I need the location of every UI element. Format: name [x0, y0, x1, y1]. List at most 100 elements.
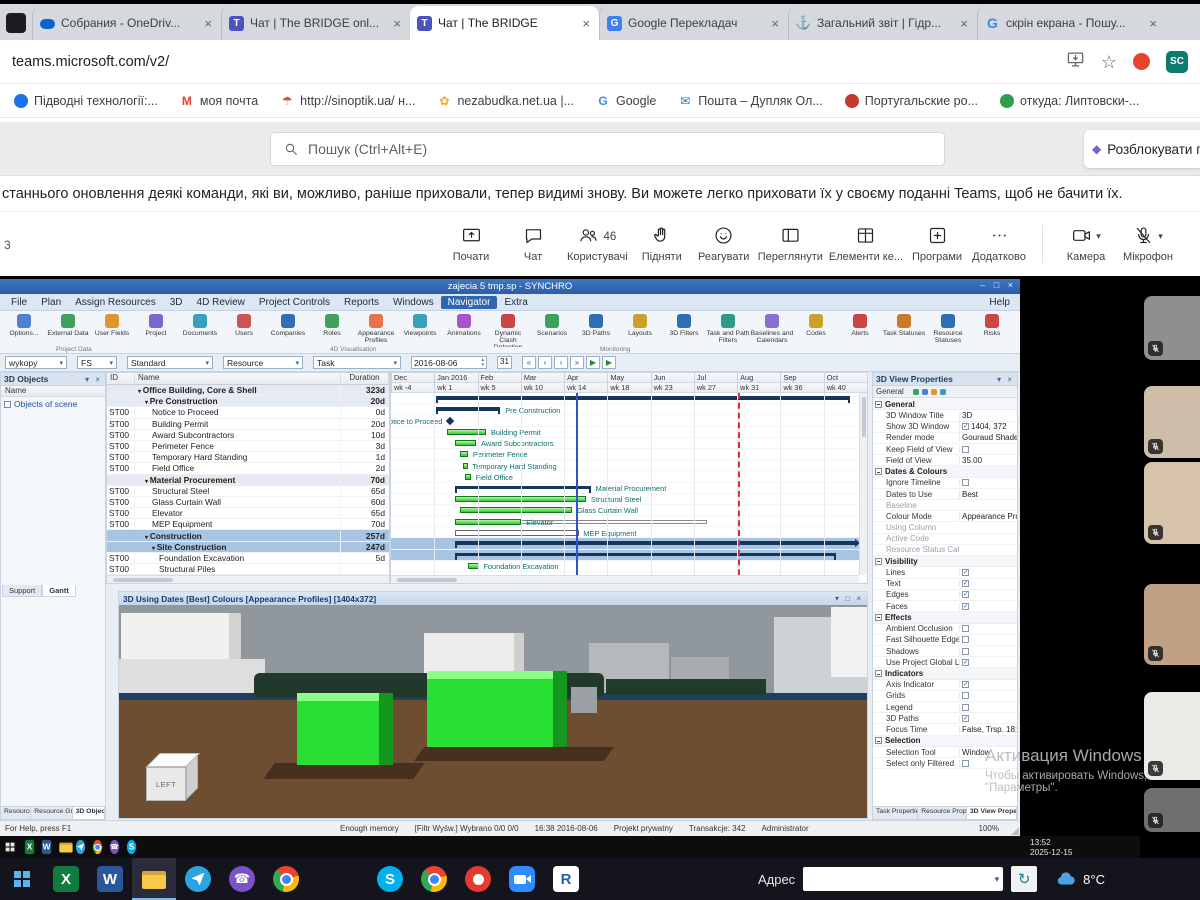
tab-close-icon[interactable]: × [1147, 16, 1159, 31]
property-section-general[interactable]: General [873, 399, 1017, 410]
tab-close-icon[interactable]: × [202, 16, 214, 31]
property-section-indicators[interactable]: Indicators [873, 668, 1017, 679]
ribbon-3d-filters[interactable]: 3D Filters [662, 313, 706, 347]
property-row-field-of-view[interactable]: Field of View35.00 [873, 455, 1017, 466]
meeting-hand-button[interactable]: Підняти [631, 226, 693, 263]
synchro-titlebar[interactable]: zajecia 5 tmp.sp - SYNCHRO – □ × [0, 279, 1020, 294]
gantt-row[interactable]: Glass Curtain Wall [391, 505, 867, 516]
ribbon-task-statuses[interactable]: Task Statuses [882, 313, 926, 347]
table-horizontal-scrollbar[interactable] [107, 575, 389, 583]
meeting-people-button[interactable]: 46Користувачі [564, 226, 631, 263]
window-icon[interactable] [6, 13, 26, 33]
participant-video-tile[interactable] [1144, 584, 1200, 665]
menu-windows[interactable]: Windows [386, 296, 441, 309]
ribbon-task-and-path-filters[interactable]: Task and Path Filters [706, 313, 750, 347]
property-row-render-mode[interactable]: Render modeGouraud Shaded [873, 433, 1017, 444]
checkbox[interactable] [962, 648, 969, 655]
property-value-cell[interactable]: ✓ [959, 715, 1017, 722]
premium-upgrade-button[interactable]: ◆ Розблокувати преміум-верс [1084, 130, 1200, 168]
menu-plan[interactable]: Plan [34, 296, 68, 309]
menu-assign-resources[interactable]: Assign Resources [68, 296, 163, 309]
browser-tab[interactable]: Gскрін екрана - Пошу...× [977, 6, 1166, 40]
taskbar-revit-button[interactable]: R [544, 858, 588, 900]
dock-tab-resource-prop[interactable]: Resource Prop... [918, 807, 967, 819]
ribbon-alerts[interactable]: Alerts [838, 313, 882, 347]
property-value-cell[interactable]: 35.00 [959, 456, 1017, 465]
address-toolbar-input[interactable]: ▾ [803, 867, 1003, 891]
combo-fs[interactable]: FS▾ [77, 356, 117, 369]
dot-icon[interactable] [922, 389, 928, 395]
task-row[interactable]: Material Procurement70d [107, 475, 389, 486]
gantt-horizontal-scrollbar[interactable] [391, 575, 859, 583]
property-value-cell[interactable] [959, 446, 1017, 453]
bookmark-[interactable]: Підводні технології:... [14, 94, 158, 108]
participant-video-tile[interactable] [1144, 692, 1200, 780]
timeline-nav-icon[interactable]: « [522, 356, 536, 369]
checkbox[interactable] [962, 625, 969, 632]
meeting-mic-button[interactable]: ▾Мікрофон [1117, 226, 1179, 263]
property-value-cell[interactable]: ✓ [959, 569, 1017, 576]
ribbon-external-data[interactable]: External Data [46, 313, 90, 347]
shared-taskbar-word-button[interactable]: W [38, 837, 55, 857]
date-spinner[interactable]: ▴▾ [481, 358, 484, 367]
property-row-baseline[interactable]: Baseline [873, 500, 1017, 511]
property-section-effects[interactable]: Effects [873, 612, 1017, 623]
task-row[interactable]: ST00Foundation Excavation5d [107, 553, 389, 564]
gantt-row[interactable]: Notice to Proceed [391, 415, 867, 426]
ribbon-resource-statuses[interactable]: Resource Statuses [926, 313, 970, 347]
ribbon-codes[interactable]: Codes [794, 313, 838, 347]
dock-tab-3d-objects[interactable]: 3D Objects [73, 807, 105, 819]
property-row-axis-indicator[interactable]: Axis Indicator✓ [873, 680, 1017, 691]
gantt-row[interactable]: Elevator [391, 516, 867, 527]
ribbon-layouts[interactable]: Layouts [618, 313, 662, 347]
meeting-view-button[interactable]: Переглянути [755, 226, 826, 263]
task-row[interactable]: Pre Construction20d [107, 396, 389, 407]
combo-task[interactable]: Task▾ [313, 356, 401, 369]
taskbar-word-button[interactable]: W [88, 858, 132, 900]
property-value-cell[interactable]: Best [959, 490, 1017, 499]
property-row-shadows[interactable]: Shadows [873, 646, 1017, 657]
taskbar-skype-button[interactable]: S [368, 858, 412, 900]
ribbon-documents[interactable]: Documents [178, 313, 222, 347]
checkbox[interactable]: ✓ [962, 423, 969, 430]
participant-video-tile[interactable] [1144, 462, 1200, 544]
gantt-row[interactable]: Pre Construction [391, 404, 867, 415]
checkbox[interactable]: ✓ [962, 591, 969, 598]
dock-tab-resources[interactable]: Resources [1, 807, 31, 819]
ribbon-risks[interactable]: Risks [970, 313, 1014, 347]
property-value-cell[interactable]: ✓ [959, 580, 1017, 587]
meeting-react-button[interactable]: Реагувати [693, 226, 755, 263]
property-row-resource-status-cate[interactable]: Resource Status Cate... [873, 545, 1017, 556]
dock-tab-task-properties[interactable]: Task Properties [873, 807, 918, 819]
property-value-cell[interactable]: ✓ [959, 681, 1017, 688]
dot-icon[interactable] [940, 389, 946, 395]
task-row[interactable]: Construction257d [107, 530, 389, 541]
meeting-apps-button[interactable]: Програми [906, 226, 968, 263]
ribbon-dynamic-clash-detection[interactable]: Dynamic Clash Detection [486, 313, 530, 347]
column-header-duration[interactable]: Duration [341, 373, 389, 384]
property-row-colour-mode[interactable]: Colour ModeAppearance Profiles [873, 511, 1017, 522]
weather-widget[interactable]: 8°C [1055, 868, 1105, 890]
address-go-button[interactable]: ↻ [1011, 866, 1037, 892]
ribbon-3d-paths[interactable]: 3D Paths [574, 313, 618, 347]
property-row-text[interactable]: Text✓ [873, 579, 1017, 590]
property-value-cell[interactable]: ✓1404, 372 [959, 422, 1017, 431]
property-section-selection[interactable]: Selection [873, 736, 1017, 747]
property-value-cell[interactable]: ✓ [959, 603, 1017, 610]
bookmark-[interactable]: ✉Пошта – Дупляк Ол... [678, 94, 822, 108]
url-text[interactable]: teams.microsoft.com/v2/ [12, 54, 169, 70]
property-value-cell[interactable] [959, 625, 1017, 632]
checkbox[interactable] [4, 401, 11, 408]
dot-icon[interactable] [913, 389, 919, 395]
objects-panel-header[interactable]: 3D Objects ▾ × [1, 373, 105, 386]
navigation-cube[interactable]: LEFT [141, 751, 205, 811]
gantt-row[interactable] [391, 393, 867, 404]
meeting-share-button[interactable]: Почати [440, 226, 502, 263]
checkbox[interactable]: ✓ [962, 603, 969, 610]
task-row[interactable]: ST00Glass Curtain Wall60d [107, 497, 389, 508]
ribbon-appearance-profiles[interactable]: Appearance Profiles [354, 313, 398, 347]
menu-navigator[interactable]: Navigator [441, 296, 498, 309]
menu-project-controls[interactable]: Project Controls [252, 296, 337, 309]
task-row[interactable]: ST00Elevator65d [107, 508, 389, 519]
property-value-cell[interactable]: Window [959, 748, 1017, 757]
